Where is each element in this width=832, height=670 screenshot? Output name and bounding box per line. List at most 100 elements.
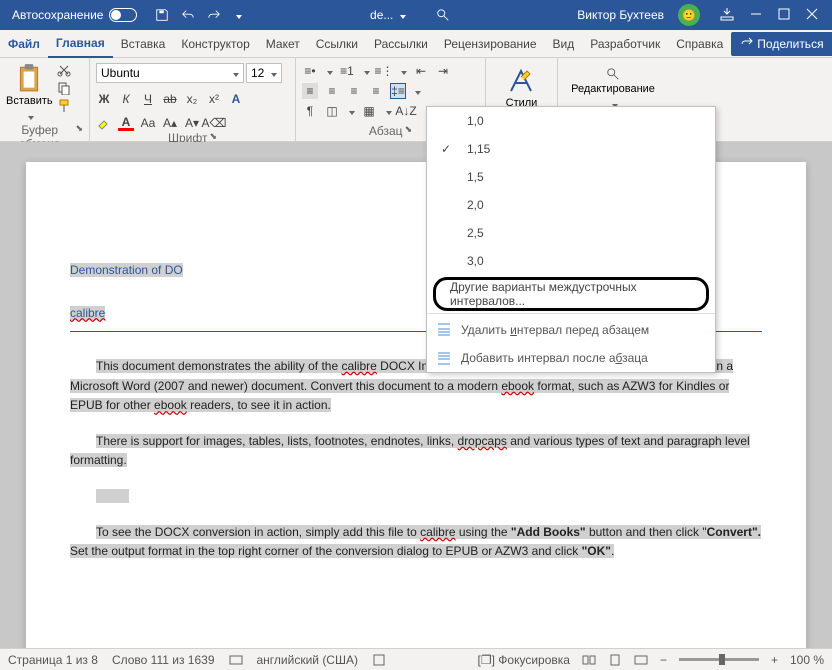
user-area[interactable]: Виктор Бухтеев 🙂	[567, 4, 710, 26]
paragraph-label: Абзац	[369, 124, 403, 138]
spacing-1-0[interactable]: 1,0	[427, 107, 715, 135]
numbering-icon[interactable]: ≡1	[339, 63, 355, 79]
title-bar: Автосохранение de... Виктор Бухтеев 🙂	[0, 0, 832, 30]
ribbon-tabs: Файл Главная Вставка Конструктор Макет С…	[0, 30, 832, 58]
decrease-indent-icon[interactable]: ⇤	[413, 63, 429, 79]
qat-more-icon[interactable]	[233, 8, 242, 22]
autosave-toggle[interactable]: Автосохранение	[4, 8, 145, 22]
borders-icon[interactable]: ▦	[361, 103, 377, 119]
toggle-switch-icon	[109, 8, 137, 22]
ribbon-options-icon[interactable]	[720, 7, 734, 24]
search-icon[interactable]	[436, 8, 450, 22]
zoom-in-button[interactable]: +	[771, 653, 778, 667]
separator	[427, 313, 715, 314]
word-count[interactable]: Слово 111 из 1639	[112, 653, 215, 667]
clear-format-icon[interactable]: A⌫	[206, 115, 222, 131]
web-layout-icon[interactable]	[634, 653, 648, 667]
tab-mailings[interactable]: Рассылки	[366, 30, 436, 58]
multilevel-icon[interactable]: ≡⋮	[376, 63, 392, 79]
subscript-button[interactable]: x₂	[184, 91, 200, 107]
avatar-icon: 🙂	[678, 4, 700, 26]
paragraph-spacer	[70, 486, 762, 506]
styles-icon	[507, 67, 535, 95]
redo-icon[interactable]	[207, 8, 221, 22]
paragraph-3: To see the DOCX conversion in action, si…	[70, 522, 762, 561]
close-icon[interactable]	[806, 8, 818, 23]
maximize-icon[interactable]	[778, 8, 790, 23]
superscript-button[interactable]: x²	[206, 91, 222, 107]
spacing-other[interactable]: Другие варианты междустрочных интервалов…	[436, 280, 706, 308]
minimize-icon[interactable]	[750, 8, 762, 23]
paste-button[interactable]: Вставить	[6, 63, 53, 123]
tab-references[interactable]: Ссылки	[308, 30, 366, 58]
bullets-icon[interactable]: ≡•	[302, 63, 318, 79]
spacing-2-0[interactable]: 2,0	[427, 191, 715, 219]
share-button[interactable]: Поделиться	[731, 32, 832, 56]
show-marks-icon[interactable]: ¶	[302, 103, 318, 119]
cut-icon[interactable]	[57, 63, 71, 77]
strike-button[interactable]: ab	[162, 91, 178, 107]
zoom-slider[interactable]	[679, 658, 759, 661]
zoom-level[interactable]: 100 %	[790, 653, 824, 667]
font-color-icon[interactable]: А	[118, 115, 134, 131]
align-right-icon[interactable]: ≡	[346, 83, 362, 99]
accessibility-icon[interactable]	[372, 653, 386, 667]
line-spacing-button[interactable]: ‡≡	[390, 83, 406, 99]
justify-icon[interactable]: ≡	[368, 83, 384, 99]
print-layout-icon[interactable]	[608, 653, 622, 667]
share-icon	[741, 36, 753, 51]
page-count[interactable]: Страница 1 из 8	[8, 653, 98, 667]
launcher-icon[interactable]: ⬊	[405, 124, 413, 138]
focus-mode-button[interactable]: [❐] Фокусировка	[478, 653, 570, 667]
zoom-out-button[interactable]: −	[660, 653, 667, 667]
change-case-button[interactable]: Aa	[140, 115, 156, 131]
autosave-label: Автосохранение	[12, 8, 103, 22]
highlight-icon[interactable]	[96, 115, 112, 131]
spacing-1-5[interactable]: 1,5	[427, 163, 715, 191]
add-space-after[interactable]: Добавить интервал после абзаца	[427, 344, 715, 372]
tab-help[interactable]: Справка	[668, 30, 731, 58]
copy-icon[interactable]	[57, 81, 71, 95]
document-name: de...	[370, 8, 406, 22]
remove-space-before[interactable]: Удалить интервал перед абзацем	[427, 316, 715, 344]
italic-button[interactable]: К	[118, 91, 134, 107]
bold-button[interactable]: Ж	[96, 91, 112, 107]
tab-layout[interactable]: Макет	[258, 30, 308, 58]
tab-file[interactable]: Файл	[0, 30, 48, 58]
format-painter-icon[interactable]	[57, 99, 71, 113]
chevron-down-icon	[25, 109, 34, 123]
undo-icon[interactable]	[181, 8, 195, 22]
spacing-2-5[interactable]: 2,5	[427, 219, 715, 247]
language[interactable]: английский (США)	[257, 653, 358, 667]
grow-font-button[interactable]: A▴	[162, 115, 178, 131]
sort-icon[interactable]: A↓Z	[398, 103, 414, 119]
user-name: Виктор Бухтеев	[577, 8, 664, 22]
underline-button[interactable]: Ч	[140, 91, 156, 107]
align-center-icon[interactable]: ≡	[324, 83, 340, 99]
window-controls	[710, 7, 828, 24]
paragraph-2: There is support for images, tables, lis…	[70, 431, 762, 470]
increase-indent-icon[interactable]: ⇥	[435, 63, 451, 79]
status-bar: Страница 1 из 8 Слово 111 из 1639 англий…	[0, 648, 832, 670]
tab-review[interactable]: Рецензирование	[436, 30, 545, 58]
shading-icon[interactable]: ◫	[324, 103, 340, 119]
save-icon[interactable]	[155, 8, 169, 22]
tab-insert[interactable]: Вставка	[113, 30, 174, 58]
quick-access-toolbar	[145, 8, 252, 22]
title-center: de...	[252, 8, 567, 22]
align-left-icon[interactable]: ≡	[302, 83, 318, 99]
font-name-select[interactable]: Ubuntu	[96, 63, 244, 83]
spellcheck-icon[interactable]	[229, 653, 243, 667]
spacing-3-0[interactable]: 3,0	[427, 247, 715, 275]
line-spacing-menu: 1,0 1,15 1,5 2,0 2,5 3,0 Другие варианты…	[426, 106, 716, 373]
text-effects-icon[interactable]: A	[228, 91, 244, 107]
spacing-1-15[interactable]: 1,15	[427, 135, 715, 163]
tab-view[interactable]: Вид	[545, 30, 583, 58]
tab-home[interactable]: Главная	[48, 30, 113, 58]
tab-developer[interactable]: Разработчик	[582, 30, 668, 58]
read-mode-icon[interactable]	[582, 653, 596, 667]
font-size-select[interactable]: 12	[246, 63, 282, 83]
shrink-font-button[interactable]: A▾	[184, 115, 200, 131]
tab-design[interactable]: Конструктор	[173, 30, 257, 58]
clipboard-icon	[16, 63, 42, 93]
